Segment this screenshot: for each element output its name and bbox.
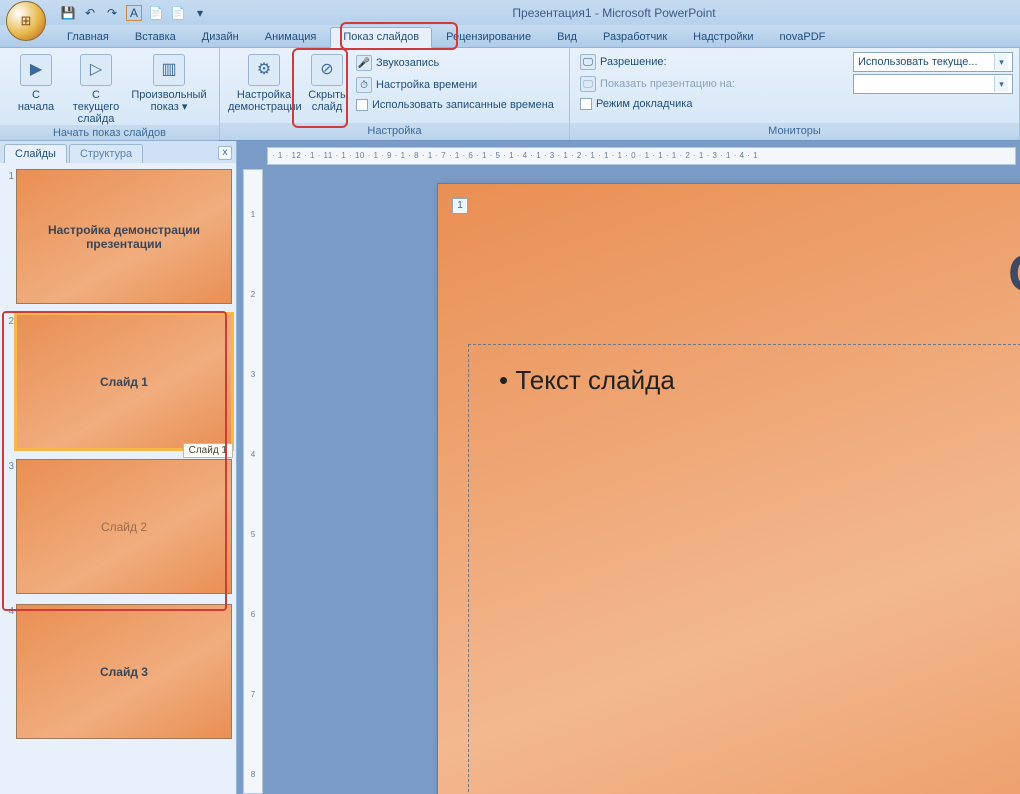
thumbnail[interactable]: Слайд 3 — [16, 604, 232, 739]
qat-extra1-icon[interactable]: 📄 — [148, 5, 164, 21]
hide-slide-button[interactable]: ⊘Скрыть слайд — [302, 51, 352, 113]
panel-tabs: Слайды Структура x — [0, 141, 236, 163]
thumbnail-row[interactable]: 3 Слайд 2 — [2, 459, 232, 594]
ribbon: ▶С начала ▷С текущего слайда ▥Произвольн… — [0, 48, 1020, 141]
panel-tab-slides[interactable]: Слайды — [4, 144, 67, 163]
tab-animation[interactable]: Анимация — [253, 28, 329, 47]
title-bar: ⊞ 💾 ↶ ↷ A 📄 📄 ▾ Презентация1 - Microsoft… — [0, 0, 1020, 25]
monitor-icon: 🖵 — [580, 54, 596, 70]
redo-icon[interactable]: ↷ — [104, 5, 120, 21]
setup-icon: ⚙ — [248, 54, 280, 86]
checkbox-icon — [356, 99, 368, 111]
custom-show-icon: ▥ — [153, 54, 185, 86]
slide-number: 2 — [2, 314, 16, 449]
slide-editor: · 1 · 12 · 1 · 11 · 1 · 10 · 1 · 9 · 1 ·… — [237, 141, 1020, 794]
thumbnail-tooltip: Слайд 1 — [183, 443, 233, 458]
workspace: Слайды Структура x 1 Настройка демонстра… — [0, 141, 1020, 794]
checkbox-icon — [580, 98, 592, 110]
undo-icon[interactable]: ↶ — [82, 5, 98, 21]
thumbnail-list: 1 Настройка демонстрации презентации 2 С… — [0, 163, 236, 794]
font-icon[interactable]: A — [126, 5, 142, 21]
group-label-start: Начать показ слайдов — [0, 125, 219, 142]
tab-addins[interactable]: Надстройки — [681, 28, 765, 47]
rehearse-timings-button[interactable]: ⏱Настройка времени — [352, 75, 558, 95]
office-button[interactable]: ⊞ — [6, 1, 46, 41]
slide-number: 4 — [2, 604, 16, 739]
thumbnail[interactable]: Настройка демонстрации презентации — [16, 169, 232, 304]
chevron-down-icon: ▾ — [994, 76, 1008, 92]
tab-design[interactable]: Дизайн — [190, 28, 251, 47]
tab-developer[interactable]: Разработчик — [591, 28, 679, 47]
thumbnail[interactable]: Слайд 1Слайд 1 — [16, 314, 232, 449]
qat-extra2-icon[interactable]: 📄 — [170, 5, 186, 21]
slides-panel: Слайды Структура x 1 Настройка демонстра… — [0, 141, 237, 794]
clock-icon: ⏱ — [356, 77, 372, 93]
thumbnail-row[interactable]: 1 Настройка демонстрации презентации — [2, 169, 232, 304]
panel-tab-outline[interactable]: Структура — [69, 144, 143, 163]
mic-icon: 🎤 — [356, 55, 372, 71]
tab-slideshow[interactable]: Показ слайдов — [330, 27, 432, 48]
slide-canvas[interactable]: 1 Слайд 2 • Текст слайда ▦ 📊 ➤ 🖼 👤 🎞 — [437, 183, 1020, 794]
play-icon: ▶ — [20, 54, 52, 86]
show-on-combo[interactable]: ▾ — [853, 74, 1013, 94]
resolution-label: 🖵Разрешение: — [576, 52, 847, 72]
hide-slide-icon: ⊘ — [311, 54, 343, 86]
tab-review[interactable]: Рецензирование — [434, 28, 543, 47]
setup-show-button[interactable]: ⚙Настройка демонстрации — [226, 51, 302, 113]
group-monitors: 🖵Разрешение: Использовать текуще...▾ 🖵По… — [570, 48, 1020, 140]
tab-insert[interactable]: Вставка — [123, 28, 188, 47]
qat-dropdown-icon[interactable]: ▾ — [192, 5, 208, 21]
slide-number: 1 — [2, 169, 16, 304]
show-on-label: 🖵Показать презентацию на: — [576, 74, 847, 94]
group-label-setup: Настройка — [220, 123, 569, 140]
slide-bullet-text[interactable]: • Текст слайда — [499, 365, 1020, 396]
record-audio-button[interactable]: 🎤Звукозапись — [352, 53, 558, 73]
save-icon[interactable]: 💾 — [60, 5, 76, 21]
slide-number: 3 — [2, 459, 16, 594]
chevron-down-icon: ▾ — [994, 54, 1008, 70]
tab-novapdf[interactable]: novaPDF — [768, 28, 838, 47]
presenter-view-checkbox[interactable]: Режим докладчика — [576, 96, 1013, 112]
horizontal-ruler[interactable]: · 1 · 12 · 1 · 11 · 1 · 10 · 1 · 9 · 1 ·… — [267, 147, 1016, 165]
panel-close-button[interactable]: x — [218, 146, 232, 160]
quick-access-toolbar: 💾 ↶ ↷ A 📄 📄 ▾ — [60, 5, 208, 21]
from-beginning-button[interactable]: ▶С начала — [6, 51, 66, 113]
group-start-show: ▶С начала ▷С текущего слайда ▥Произвольн… — [0, 48, 220, 140]
monitor2-icon: 🖵 — [580, 76, 596, 92]
vertical-ruler[interactable]: 1 2 3 4 5 6 7 8 — [243, 169, 263, 794]
slide-page-marker: 1 — [452, 198, 468, 214]
thumbnail-row[interactable]: 2 Слайд 1Слайд 1 — [2, 314, 232, 449]
from-current-button[interactable]: ▷С текущего слайда — [66, 51, 126, 125]
group-label-monitors: Мониторы — [570, 123, 1019, 140]
thumbnail-row[interactable]: 4 Слайд 3 — [2, 604, 232, 739]
custom-show-button[interactable]: ▥Произвольный показ ▾ — [126, 51, 212, 113]
tab-view[interactable]: Вид — [545, 28, 589, 47]
tab-home[interactable]: Главная — [55, 28, 121, 47]
play-current-icon: ▷ — [80, 54, 112, 86]
slide-title-placeholder[interactable]: Слайд 2 — [468, 244, 1020, 304]
slide-body-placeholder[interactable]: • Текст слайда ▦ 📊 ➤ 🖼 👤 🎞 — [468, 344, 1020, 794]
window-title: Презентация1 - Microsoft PowerPoint — [208, 6, 1020, 20]
use-timings-checkbox[interactable]: Использовать записанные времена — [352, 97, 558, 113]
resolution-combo[interactable]: Использовать текуще...▾ — [853, 52, 1013, 72]
ribbon-tabs: Главная Вставка Дизайн Анимация Показ сл… — [0, 25, 1020, 48]
group-setup: ⚙Настройка демонстрации ⊘Скрыть слайд 🎤З… — [220, 48, 570, 140]
thumbnail[interactable]: Слайд 2 — [16, 459, 232, 594]
